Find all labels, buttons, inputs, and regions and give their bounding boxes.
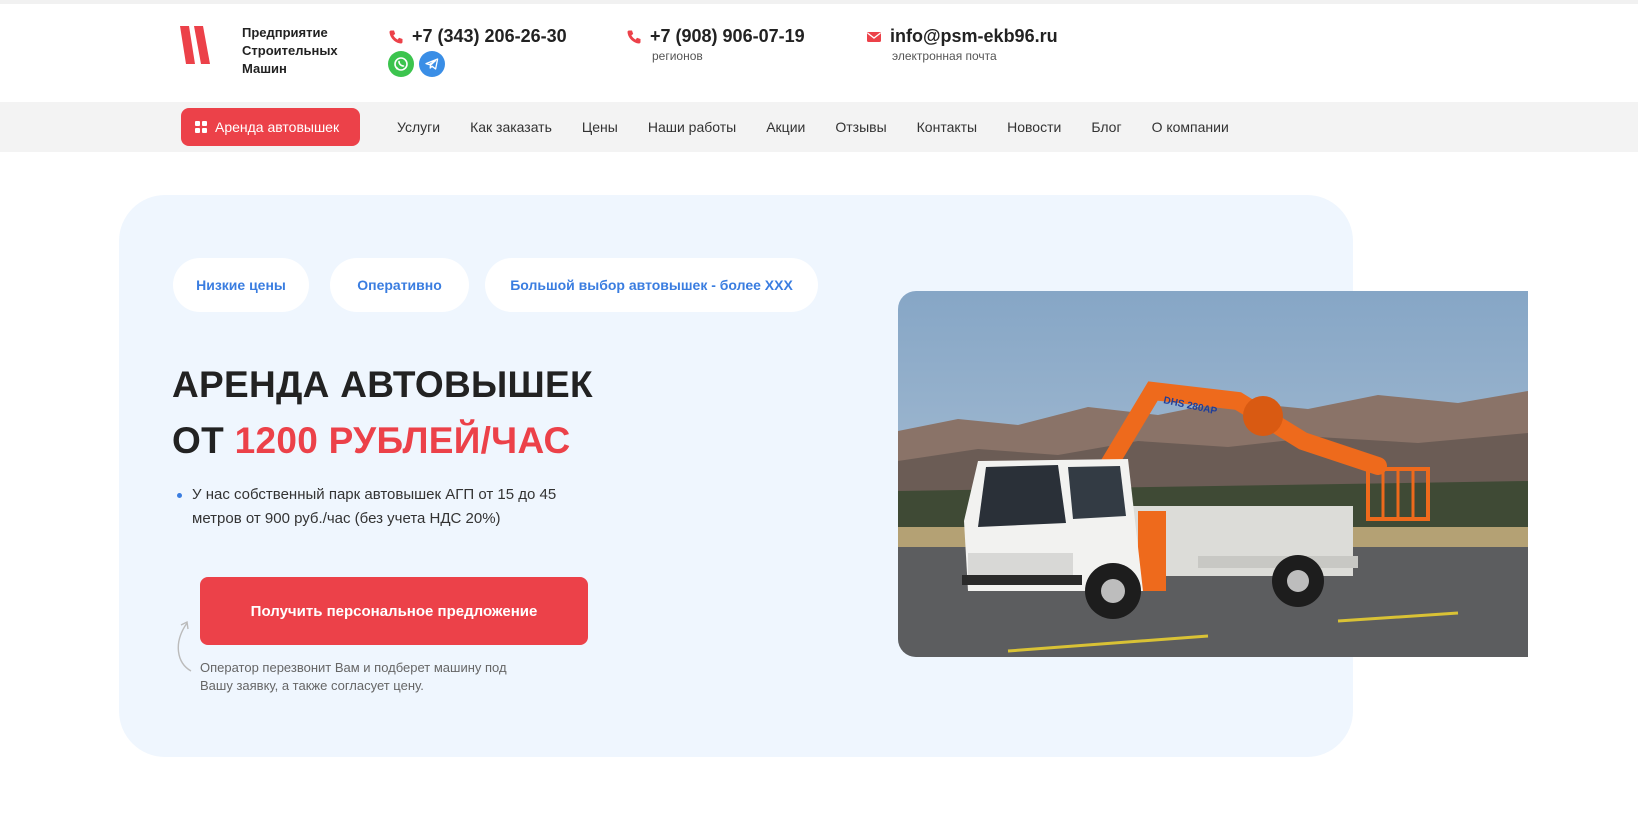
nav-item-prices[interactable]: Цены [582,119,618,135]
telegram-icon[interactable] [419,51,445,77]
contact-email: info@psm-ekb96.ru электронная почта [866,26,1058,63]
messenger-links [388,51,567,77]
hero-title: АРЕНДА АВТОВЫШЕК ОТ 1200 РУБЛЕЙ/ЧАС [172,357,593,469]
hero-title-prefix: ОТ [172,420,224,461]
get-offer-button[interactable]: Получить персональное предложение [200,577,588,645]
phone-main-link[interactable]: +7 (343) 206-26-30 [412,26,567,47]
company-logo[interactable] [180,26,216,70]
phone-icon [627,30,641,43]
main-nav: Аренда автовышек Услуги Как заказать Цен… [0,102,1638,152]
company-name: Предприятие Строительных Машин [242,25,338,76]
truck-photo: DHS 280AP [898,291,1528,657]
contact-regions-phone: +7 (908) 906-07-19 регионов [626,26,805,63]
grid-icon [195,121,207,133]
hero-note: Оператор перезвонит Вам и подберет машин… [200,660,507,693]
email-link[interactable]: info@psm-ekb96.ru [890,26,1058,47]
nav-item-news[interactable]: Новости [1007,119,1061,135]
nav-item-contacts[interactable]: Контакты [917,119,977,135]
nav-item-our-works[interactable]: Наши работы [648,119,736,135]
hero-title-price: 1200 РУБЛЕЙ/ЧАС [234,420,571,461]
hero-bullet: У нас собственный парк автовышек АГП от … [172,483,592,531]
pill-low-prices: Низкие цены [173,258,309,312]
site-header: Предприятие Строительных Машин +7 (343) … [0,4,1638,102]
nav-item-promotions[interactable]: Акции [766,119,805,135]
phone-regions-link[interactable]: +7 (908) 906-07-19 [650,26,805,47]
nav-item-how-to-order[interactable]: Как заказать [470,119,552,135]
phone-regions-caption: регионов [652,49,703,63]
phone-icon [389,30,403,43]
nav-item-about[interactable]: О компании [1152,119,1229,135]
nav-item-services[interactable]: Услуги [397,119,440,135]
mail-icon [867,31,881,42]
pill-big-choice: Большой выбор автовышек - более ХХХ [485,258,818,312]
hero-title-line2: ОТ 1200 РУБЛЕЙ/ЧАС [172,413,593,469]
nav-rent-button[interactable]: Аренда автовышек [181,108,360,146]
pill-fast: Оперативно [330,258,469,312]
nav-menu: Услуги Как заказать Цены Наши работы Акц… [397,102,1259,152]
whatsapp-icon[interactable] [388,51,414,77]
nav-rent-label: Аренда автовышек [215,119,340,135]
contact-main-phone: +7 (343) 206-26-30 [388,26,567,77]
nav-item-reviews[interactable]: Отзывы [835,119,886,135]
curved-arrow-icon [177,620,192,672]
hero-title-line1: АРЕНДА АВТОВЫШЕК [172,364,593,405]
email-caption: электронная почта [892,49,997,63]
nav-item-blog[interactable]: Блог [1091,119,1121,135]
